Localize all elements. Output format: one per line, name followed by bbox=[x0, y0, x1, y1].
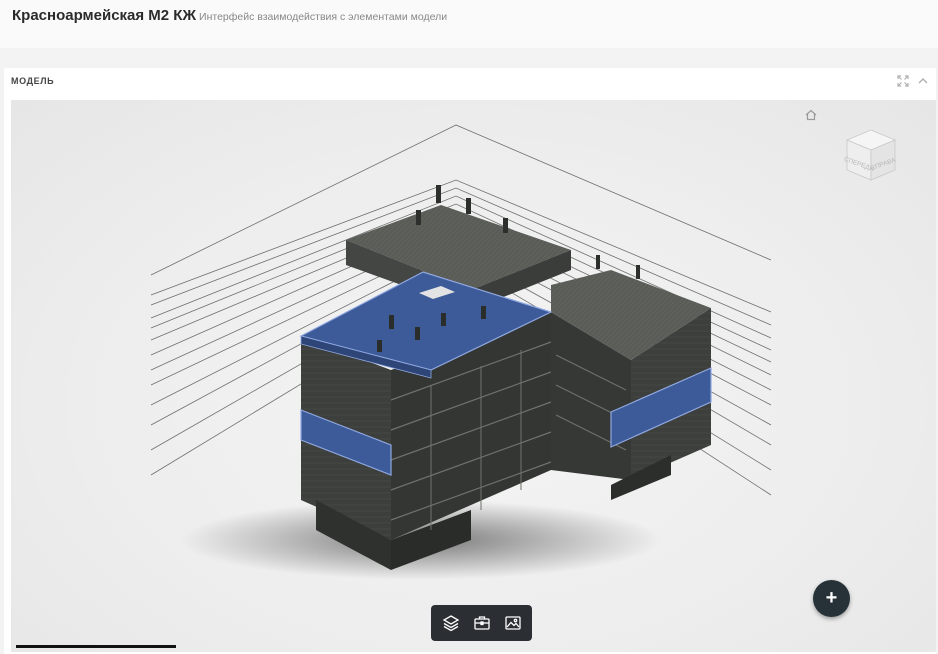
chevron-up-icon[interactable] bbox=[916, 74, 930, 93]
expand-icon[interactable] bbox=[896, 74, 910, 93]
model-viewport[interactable]: СПЕРЕДИ СПРАВА + bbox=[11, 100, 936, 652]
layers-icon[interactable] bbox=[437, 609, 465, 637]
home-icon[interactable] bbox=[804, 108, 818, 127]
briefcase-icon[interactable] bbox=[468, 609, 496, 637]
loading-progress-bar bbox=[16, 645, 176, 648]
page-subtitle: Интерфейс взаимодействия с элементами мо… bbox=[199, 11, 448, 23]
building-model[interactable] bbox=[11, 100, 936, 652]
add-button[interactable]: + bbox=[813, 580, 850, 617]
project-name: Красноармейская М2 КЖ bbox=[12, 7, 197, 24]
page-title: Красноармейская М2 КЖ Интерфейс взаимодей… bbox=[12, 7, 447, 24]
viewer-toolbar bbox=[431, 605, 532, 641]
model-panel: МОДЕЛЬ СПЕРЕДИ СПРАВА + bbox=[4, 68, 936, 654]
panel-title: МОДЕЛЬ bbox=[11, 76, 55, 86]
image-icon[interactable] bbox=[499, 609, 527, 637]
viewcube[interactable]: СПЕРЕДИ СПРАВА bbox=[841, 126, 901, 191]
page-header: Красноармейская М2 КЖ Интерфейс взаимодей… bbox=[0, 0, 938, 48]
